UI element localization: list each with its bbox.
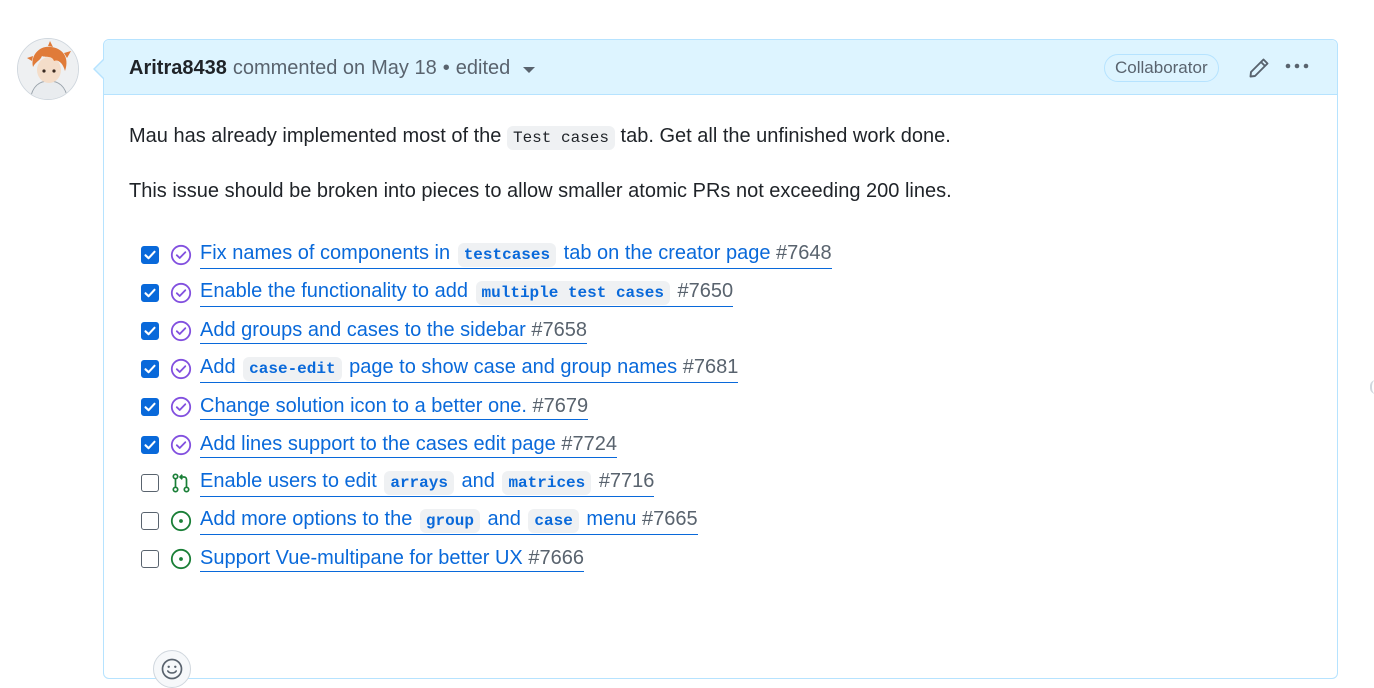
task-checkbox-unchecked[interactable] [141, 512, 159, 530]
issue-opened-icon [170, 510, 192, 532]
task-list-item: Add lines support to the cases edit page… [141, 426, 832, 464]
task-checkbox-checked[interactable] [141, 246, 159, 264]
issue-number: #7666 [528, 547, 584, 569]
more-options-button[interactable] [1282, 54, 1312, 78]
linked-issue-title[interactable]: Enable users to edit arrays and matrices… [200, 469, 655, 497]
issue-number: #7681 [682, 356, 739, 378]
edited-label: edited [455, 57, 511, 79]
git-pull-request-icon [172, 473, 190, 493]
task-list-item: Enable users to edit arrays and matrices… [141, 464, 832, 502]
link-text: Enable users to edit [200, 470, 383, 492]
link-text: tab on the creator page [558, 242, 777, 264]
task-list-item: Change solution icon to a better one. #7… [141, 388, 832, 426]
comment-card: Aritra8438 commented on May 18 • edited … [103, 39, 1338, 688]
author-name[interactable]: Aritra8438 [129, 57, 227, 80]
body-paragraph: This issue should be broken into pieces … [129, 180, 952, 202]
comment-header: Aritra8438 commented on May 18 • edited … [104, 40, 1337, 95]
inline-code: matrices [502, 471, 592, 495]
linked-issue-title[interactable]: Fix names of components in testcases tab… [200, 241, 832, 269]
task-checkbox-checked[interactable] [141, 436, 159, 454]
check-circle-icon [170, 244, 192, 266]
check-circle-icon [170, 396, 192, 418]
task-list-item: Add groups and cases to the sidebar #765… [141, 312, 832, 350]
link-text: Fix names of components in [200, 242, 456, 264]
issue-number: #7665 [641, 508, 698, 530]
inline-code: testcases [457, 243, 557, 267]
task-checkbox-checked[interactable] [141, 398, 159, 416]
linked-issue-title[interactable]: Add groups and cases to the sidebar #765… [200, 318, 587, 344]
comment-date[interactable]: May 18 [371, 57, 437, 80]
comment-meta: Aritra8438 commented on May 18 • edited [129, 57, 536, 80]
task-checkbox-checked[interactable] [141, 322, 159, 340]
inline-code: arrays [384, 471, 454, 495]
link-text: Support Vue-multipane for better UX [200, 547, 529, 569]
task-checkbox-unchecked[interactable] [141, 474, 159, 492]
link-text: Add lines support to the cases edit page [200, 433, 562, 455]
inline-code: multiple test cases [475, 281, 670, 305]
task-checkbox-checked[interactable] [141, 284, 159, 302]
link-text: and [481, 508, 527, 530]
linked-issue-title[interactable]: Change solution icon to a better one. #7… [200, 394, 589, 420]
chevron-down-icon [523, 67, 536, 73]
collaborator-badge: Collaborator [1104, 54, 1219, 82]
edge-handle [1370, 380, 1374, 394]
inline-code: Test cases [506, 126, 615, 150]
link-text: and [455, 470, 501, 492]
meta-separator: • [442, 57, 450, 79]
comment-verb: commented on [232, 57, 366, 79]
edited-dropdown[interactable]: edited [456, 57, 536, 80]
checkmark-icon [144, 402, 156, 412]
link-text: Add groups and cases to the sidebar [200, 319, 532, 341]
pencil-icon [1249, 58, 1269, 78]
task-list-item: Add case-edit page to show case and grou… [141, 350, 832, 388]
smiley-icon [161, 658, 183, 680]
linked-issue-title[interactable]: Enable the functionality to add multiple… [200, 279, 734, 307]
task-list: Fix names of components in testcases tab… [141, 236, 832, 578]
checkmark-icon [144, 288, 156, 298]
task-checkbox-unchecked[interactable] [141, 550, 159, 568]
link-text: Add [200, 356, 242, 378]
paragraph-text: tab. Get all the unfinished work done. [614, 125, 951, 147]
linked-issue-title[interactable]: Add case-edit page to show case and grou… [200, 355, 739, 383]
inline-code: group [419, 509, 480, 533]
inline-code: case [528, 509, 579, 533]
checkmark-icon [144, 440, 156, 450]
kebab-horizontal-icon [1285, 63, 1309, 69]
link-text: Change solution icon to a better one. [200, 395, 533, 417]
inline-code: case-edit [243, 357, 342, 381]
comment-pointer-fill [95, 60, 104, 78]
issue-number: #7716 [598, 470, 655, 492]
linked-issue-title[interactable]: Support Vue-multipane for better UX #766… [200, 546, 584, 572]
issue-number: #7724 [561, 433, 617, 455]
issue-opened-icon [170, 548, 192, 570]
link-text: Add more options to the [200, 508, 418, 530]
add-reaction-button[interactable] [153, 650, 191, 688]
check-circle-icon [170, 320, 192, 342]
check-circle-icon [170, 282, 192, 304]
issue-number: #7679 [532, 395, 589, 417]
edit-button[interactable] [1247, 56, 1271, 80]
check-circle-icon [170, 358, 192, 380]
task-checkbox-checked[interactable] [141, 360, 159, 378]
link-text: page to show case and group names [343, 356, 683, 378]
body-paragraph: Mau has already implemented most of the … [129, 122, 951, 152]
linked-issue-title[interactable]: Add more options to the group and case m… [200, 507, 698, 535]
checkmark-icon [144, 364, 156, 374]
linked-issue-title[interactable]: Add lines support to the cases edit page… [200, 432, 617, 458]
paragraph-text: Mau has already implemented most of the [129, 125, 507, 147]
checkmark-icon [144, 250, 156, 260]
task-list-item: Add more options to the group and case m… [141, 502, 832, 540]
task-list-item: Support Vue-multipane for better UX #766… [141, 540, 832, 578]
task-list-item: Fix names of components in testcases tab… [141, 236, 832, 274]
link-text: menu [580, 508, 642, 530]
checkmark-icon [144, 326, 156, 336]
issue-number: #7648 [776, 242, 832, 264]
issue-number: #7650 [677, 280, 734, 302]
task-list-item: Enable the functionality to add multiple… [141, 274, 832, 312]
author-avatar[interactable] [17, 38, 79, 100]
link-text: Enable the functionality to add [200, 280, 474, 302]
issue-number: #7658 [531, 319, 587, 341]
check-circle-icon [170, 434, 192, 456]
